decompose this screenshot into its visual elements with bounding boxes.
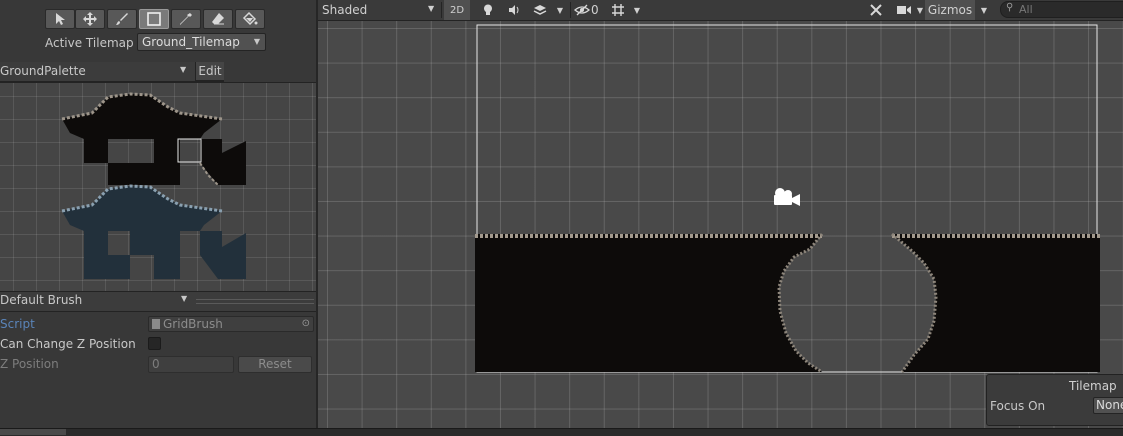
resize-handle[interactable] <box>196 299 314 304</box>
2d-mode-toggle[interactable]: 2D <box>444 0 470 20</box>
pointer-icon <box>56 13 65 25</box>
select-tool-button[interactable] <box>45 9 75 29</box>
gizmos-dropdown-arrow[interactable]: ▼ <box>976 0 992 20</box>
video-camera-icon <box>897 6 911 14</box>
hidden-count: 0 <box>591 3 599 17</box>
reset-button[interactable]: Reset <box>238 356 312 373</box>
can-change-z-label: Can Change Z Position <box>0 337 136 351</box>
camera-gizmo-icon <box>774 188 800 206</box>
scene-toolbar: Shaded ▼ 2D ▼ 0 ▼ ▼ Gizmos ▼ ⚲ All <box>316 0 1123 21</box>
effects-dropdown-arrow[interactable]: ▼ <box>553 0 567 20</box>
palette-edit-button[interactable]: Edit <box>195 62 224 81</box>
script-field[interactable]: GridBrush ⊙ <box>148 316 314 332</box>
z-position-value: 0 <box>152 357 160 371</box>
shading-mode-dropdown[interactable]: Shaded ▼ <box>318 0 438 20</box>
focus-on-dropdown[interactable]: None <box>1093 397 1123 414</box>
ground-terrain-right <box>892 234 1100 372</box>
palette-tiles <box>61 92 246 279</box>
can-change-z-checkbox[interactable] <box>148 337 161 350</box>
brush-icon <box>116 13 128 25</box>
brush-header: Default Brush ▼ <box>0 291 316 312</box>
camera-settings-button[interactable] <box>892 0 916 20</box>
tools-toggle[interactable] <box>864 0 888 20</box>
erase-tool-button[interactable] <box>203 9 233 29</box>
layers-icon <box>533 5 547 15</box>
gizmos-label: Gizmos <box>927 3 973 17</box>
edit-label: Edit <box>198 64 222 78</box>
tools-icon <box>870 4 882 16</box>
bottom-tab[interactable] <box>0 429 66 435</box>
flood-fill-tool-button[interactable] <box>235 9 265 29</box>
box-fill-icon <box>147 12 161 26</box>
grid-icon <box>612 4 624 16</box>
active-tilemap-dropdown[interactable]: Ground_Tilemap ▼ <box>137 33 266 51</box>
palette-name: GroundPalette <box>0 64 86 78</box>
overlay-title: Tilemap <box>1069 379 1117 393</box>
dropdown-arrow-icon: ▼ <box>180 65 187 74</box>
script-file-icon <box>152 319 160 329</box>
palette-grid[interactable] <box>0 82 316 291</box>
move-icon <box>83 12 97 26</box>
box-fill-tool-button[interactable] <box>139 9 169 29</box>
scene-canvas <box>475 24 1100 374</box>
active-tilemap-label: Active Tilemap <box>45 36 134 50</box>
dropdown-arrow-icon: ▼ <box>253 37 260 46</box>
object-picker-icon[interactable]: ⊙ <box>302 318 310 329</box>
z-position-input[interactable]: 0 <box>148 356 234 373</box>
active-tilemap-value: Ground_Tilemap <box>142 35 240 49</box>
script-label: Script <box>0 317 35 331</box>
hierarchy-search-input[interactable]: ⚲ All <box>1000 1 1123 18</box>
ground-terrain-left <box>475 234 822 372</box>
speaker-icon <box>509 5 519 15</box>
tile-palette-panel: Active Tilemap Ground_Tilemap ▼ GroundPa… <box>0 0 316 435</box>
script-value: GridBrush <box>163 317 223 331</box>
grid-dropdown-arrow[interactable]: ▼ <box>630 0 644 20</box>
search-placeholder: All <box>1019 3 1033 16</box>
hidden-eye-icon <box>574 4 590 16</box>
paint-brush-tool-button[interactable] <box>107 9 137 29</box>
dropdown-arrow-icon: ▼ <box>181 294 188 303</box>
palette-selection-box <box>177 138 202 163</box>
hidden-objects-toggle[interactable]: 0 <box>574 0 604 20</box>
toolbar-separator <box>441 2 442 18</box>
palette-dropdown[interactable]: GroundPalette ▼ <box>0 62 224 82</box>
move-tool-button[interactable] <box>75 9 105 29</box>
lightbulb-icon <box>484 4 492 15</box>
dropdown-arrow-icon: ▼ <box>633 5 641 15</box>
scene-lighting-toggle[interactable] <box>476 0 500 20</box>
reset-label: Reset <box>258 357 292 371</box>
search-icon: ⚲ <box>1006 2 1014 13</box>
scene-audio-toggle[interactable] <box>502 0 526 20</box>
scene-effects-toggle[interactable] <box>528 0 552 20</box>
brush-dropdown[interactable]: Default Brush ▼ <box>0 293 194 309</box>
dropdown-arrow-icon: ▼ <box>556 5 564 15</box>
focus-on-label: Focus On <box>990 399 1046 413</box>
palette-tile-blue <box>62 186 246 279</box>
shading-mode-value: Shaded <box>322 3 368 17</box>
gizmos-toggle[interactable]: Gizmos <box>925 0 975 20</box>
focus-on-value: None <box>1096 398 1123 412</box>
palette-tile-dark <box>62 94 246 185</box>
eyedropper-icon <box>180 13 192 25</box>
tilemap-focus-overlay: Tilemap Focus On None <box>986 374 1123 426</box>
paint-bucket-icon <box>242 11 258 26</box>
toolbar-separator <box>570 2 571 18</box>
eraser-icon <box>212 13 224 25</box>
dropdown-arrow-icon: ▼ <box>428 4 435 13</box>
dropdown-arrow-icon: ▼ <box>980 5 988 15</box>
scene-view[interactable]: Tilemap Focus On None <box>318 21 1123 431</box>
z-position-label: Z Position <box>0 357 59 371</box>
brush-name: Default Brush <box>0 293 83 307</box>
grid-toggle[interactable] <box>607 0 629 20</box>
pick-tool-button[interactable] <box>171 9 201 29</box>
dropdown-arrow-icon: ▼ <box>916 5 924 15</box>
2d-label: 2D <box>449 4 465 16</box>
